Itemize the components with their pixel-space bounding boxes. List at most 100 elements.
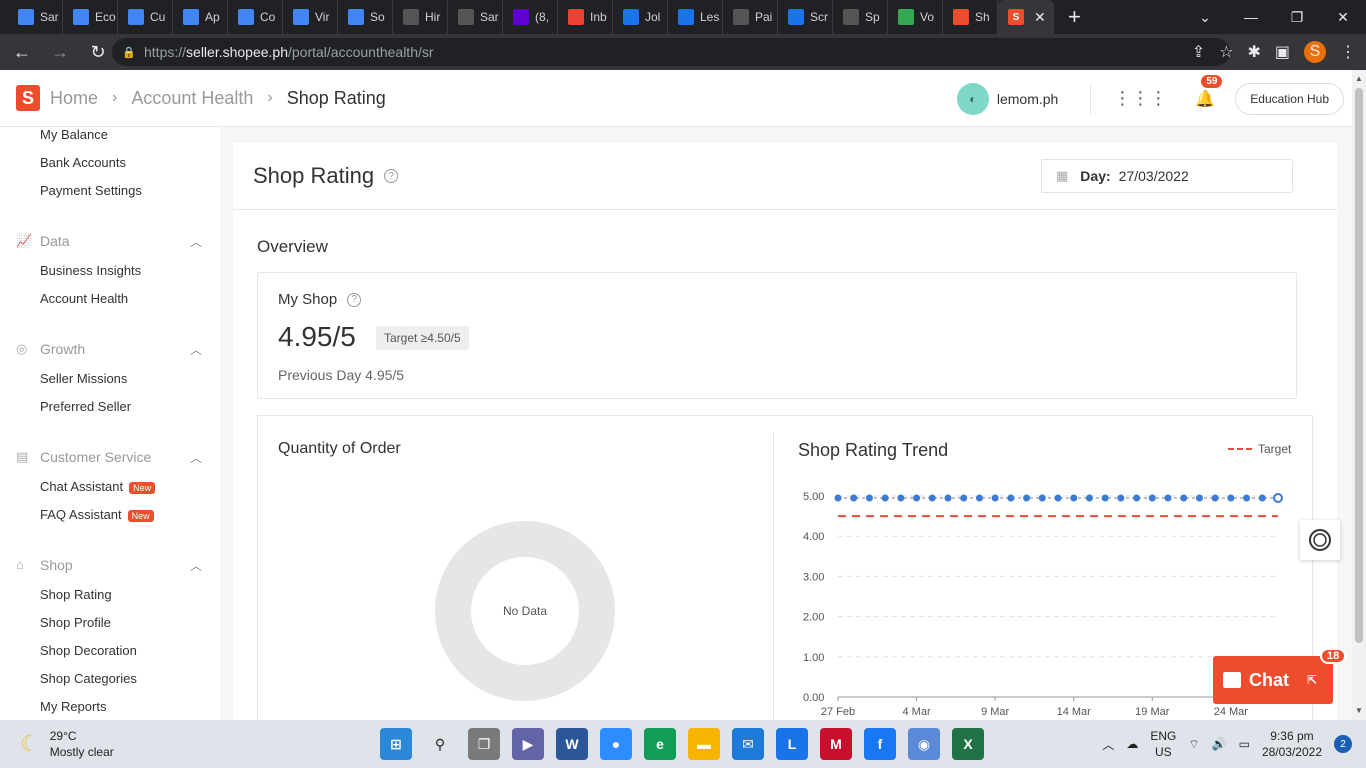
- browser-tab[interactable]: Hir: [393, 0, 448, 34]
- browser-tab[interactable]: Inb: [558, 0, 613, 34]
- close-window-icon[interactable]: ✕: [1320, 0, 1366, 34]
- sidebar-item-preferred-seller[interactable]: Preferred Seller: [40, 399, 131, 414]
- apps-grid-icon[interactable]: ⋮⋮⋮: [1113, 88, 1167, 109]
- back-icon[interactable]: ←: [6, 36, 38, 68]
- tray-overflow-icon[interactable]: ︿: [1102, 736, 1114, 753]
- sidebar-item-faq-assistant[interactable]: FAQ Assistant New: [40, 507, 154, 522]
- page-scrollbar[interactable]: ▲ ▼: [1352, 70, 1366, 720]
- tab-search-icon[interactable]: ⌄: [1182, 0, 1228, 34]
- browser-tab[interactable]: (8,: [503, 0, 558, 34]
- browser-tab[interactable]: Sp: [833, 0, 888, 34]
- browser-tab[interactable]: Sh: [943, 0, 998, 34]
- sidebar-item-my-balance[interactable]: My Balance: [40, 127, 108, 142]
- search-icon[interactable]: ⚲: [424, 728, 456, 760]
- close-tab-icon[interactable]: ✕: [1034, 9, 1046, 26]
- zoom-icon[interactable]: ●: [600, 728, 632, 760]
- file-explorer-icon[interactable]: ▬: [688, 728, 720, 760]
- facebook-icon[interactable]: f: [864, 728, 896, 760]
- browser-tab-bar: Sar Eco Cu Ap Co Vir So Hir Sar (8, Inb Jol Les Pai Sc…: [0, 0, 1366, 34]
- reload-icon[interactable]: ↻: [82, 36, 114, 68]
- shop-username[interactable]: lemom.ph: [997, 91, 1058, 107]
- weather-widget[interactable]: ☾ 29°C Mostly clear: [20, 728, 114, 760]
- sidebar-group-shop[interactable]: ⌂ Shop ︿: [16, 557, 206, 573]
- scrollbar-thumb[interactable]: [1355, 88, 1363, 643]
- education-hub-button[interactable]: Education Hub: [1235, 82, 1344, 115]
- shop-avatar[interactable]: ◐: [956, 82, 989, 115]
- extensions-icon[interactable]: ✱: [1247, 42, 1260, 62]
- restore-icon[interactable]: ❐: [1274, 0, 1320, 34]
- breadcrumb-home[interactable]: Home: [50, 88, 98, 109]
- sidebar-item-shop-rating[interactable]: Shop Rating: [40, 587, 112, 602]
- profile-avatar[interactable]: S: [1304, 41, 1326, 63]
- l-app-icon[interactable]: L: [776, 728, 808, 760]
- sidebar-item-shop-categories[interactable]: Shop Categories: [40, 671, 137, 686]
- sidebar-item-account-health[interactable]: Account Health: [40, 291, 128, 306]
- browser-tab[interactable]: Sar: [448, 0, 503, 34]
- browser-tab[interactable]: So: [338, 0, 393, 34]
- mail-icon[interactable]: ✉: [732, 728, 764, 760]
- clock[interactable]: 9:36 pm 28/03/2022: [1262, 728, 1322, 760]
- scroll-down-icon[interactable]: ▼: [1355, 706, 1363, 715]
- active-tab[interactable]: S ✕: [998, 0, 1054, 34]
- expand-icon[interactable]: ⇱: [1307, 673, 1317, 687]
- bookmark-star-icon[interactable]: ☆: [1219, 42, 1233, 62]
- url-field[interactable]: 🔒 https://seller.shopee.ph/portal/accoun…: [112, 38, 1230, 66]
- wifi-icon[interactable]: ⌔: [1188, 737, 1199, 752]
- notification-bell-icon[interactable]: 🔔 59: [1195, 74, 1223, 109]
- share-icon[interactable]: ⇪: [1192, 42, 1205, 62]
- sidebar-item-bank-accounts[interactable]: Bank Accounts: [40, 155, 126, 170]
- shopee-favicon-icon: S: [1008, 9, 1024, 25]
- cloud-icon[interactable]: ☁: [1126, 737, 1138, 751]
- sidebar-group-data[interactable]: 📈 Data ︿: [16, 233, 206, 249]
- start-icon[interactable]: ⊞: [380, 728, 412, 760]
- language-indicator[interactable]: ENG US: [1150, 728, 1176, 760]
- side-panel-icon[interactable]: ▣: [1275, 42, 1290, 62]
- word-icon[interactable]: W: [556, 728, 588, 760]
- browser-tab[interactable]: Eco: [63, 0, 118, 34]
- notification-center-badge[interactable]: 2: [1334, 735, 1352, 753]
- teams-icon[interactable]: ▶: [512, 728, 544, 760]
- sidebar-item-shop-decoration[interactable]: Shop Decoration: [40, 643, 137, 658]
- excel-icon[interactable]: X: [952, 728, 984, 760]
- forward-icon[interactable]: →: [44, 36, 76, 68]
- help-icon[interactable]: ?: [347, 292, 362, 307]
- browser-tab[interactable]: Co: [228, 0, 283, 34]
- browser-tab[interactable]: Ap: [173, 0, 228, 34]
- sidebar-item-shop-profile[interactable]: Shop Profile: [40, 615, 111, 630]
- browser-tab[interactable]: Les: [668, 0, 723, 34]
- sidebar-group-growth[interactable]: ◎ Growth ︿: [16, 341, 206, 357]
- sidebar-item-payment-settings[interactable]: Payment Settings: [40, 183, 142, 198]
- chrome-icon[interactable]: ◉: [908, 728, 940, 760]
- moon-icon: ☾: [20, 731, 40, 756]
- browser-tab[interactable]: Jol: [613, 0, 668, 34]
- main-header: Shop Rating ? ▦ Day: 27/03/2022: [233, 143, 1337, 210]
- browser-menu-icon[interactable]: ⋮: [1340, 42, 1356, 62]
- x-tick-label: 24 Mar: [1214, 706, 1249, 718]
- floating-support-button[interactable]: [1300, 520, 1340, 560]
- sidebar-group-customer-service[interactable]: ▤ Customer Service ︿: [16, 449, 206, 465]
- mcafee-icon[interactable]: M: [820, 728, 852, 760]
- sidebar-item-seller-missions[interactable]: Seller Missions: [40, 371, 127, 386]
- browser-tab[interactable]: Vo: [888, 0, 943, 34]
- chat-button[interactable]: Chat ⇱: [1213, 656, 1333, 704]
- volume-icon[interactable]: 🔊: [1212, 737, 1227, 751]
- sidebar-item-business-insights[interactable]: Business Insights: [40, 263, 141, 278]
- browser-tab[interactable]: Sar: [8, 0, 63, 34]
- shopee-logo-icon[interactable]: S: [16, 85, 40, 111]
- task-view-icon[interactable]: ❐: [468, 728, 500, 760]
- browser-tab[interactable]: Cu: [118, 0, 173, 34]
- browser-tab[interactable]: Vir: [283, 0, 338, 34]
- shop-icon: ⌂: [16, 557, 24, 572]
- help-icon[interactable]: ?: [384, 169, 399, 183]
- sidebar-item-my-reports[interactable]: My Reports: [40, 699, 106, 714]
- sidebar-item-chat-assistant[interactable]: Chat Assistant New: [40, 479, 156, 494]
- browser-tab[interactable]: Scr: [778, 0, 833, 34]
- breadcrumb-account-health[interactable]: Account Health: [131, 88, 253, 109]
- scroll-up-icon[interactable]: ▲: [1355, 74, 1363, 83]
- edge-icon[interactable]: e: [644, 728, 676, 760]
- minimize-icon[interactable]: —: [1228, 0, 1274, 34]
- date-picker[interactable]: ▦ Day: 27/03/2022: [1041, 159, 1293, 193]
- new-tab-icon[interactable]: +: [1068, 4, 1081, 30]
- browser-tab[interactable]: Pai: [723, 0, 778, 34]
- battery-icon[interactable]: ▭: [1239, 737, 1250, 751]
